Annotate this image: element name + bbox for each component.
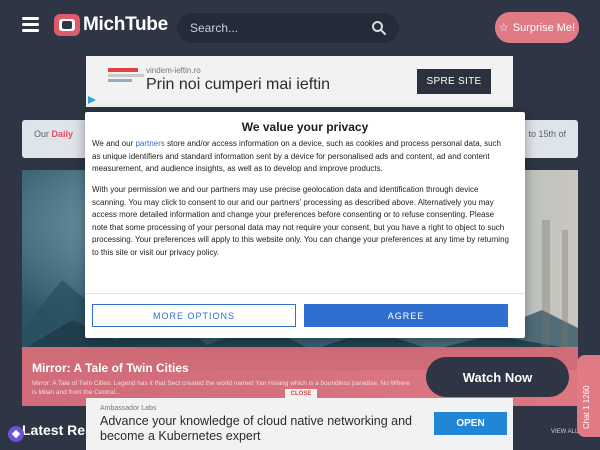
chat-side-tab[interactable]: Chat 1 1260 <box>577 355 600 437</box>
info-highlight[interactable]: Daily <box>52 129 74 139</box>
hero-title[interactable]: Mirror: A Tale of Twin Cities <box>32 361 189 375</box>
consent-title: We value your privacy <box>241 120 369 134</box>
search-icon[interactable] <box>371 20 387 36</box>
surprise-me-button[interactable]: ☆ Surprise Me! <box>495 12 579 43</box>
site-logo[interactable]: MichTube <box>54 14 168 36</box>
partners-link[interactable]: partners <box>135 139 164 148</box>
close-label: CLOSE <box>290 390 312 397</box>
consent-p1-before: We and our <box>92 139 136 148</box>
ad-logo <box>108 68 144 84</box>
consent-divider <box>85 293 525 294</box>
agree-button[interactable]: AGREE <box>304 304 508 327</box>
privacy-consent-dialog: We value your privacy We and our partner… <box>85 112 525 338</box>
ad-domain: vindem-ieftin.ro <box>146 66 201 75</box>
search-input[interactable] <box>190 19 360 37</box>
surprise-me-label: Surprise Me! <box>512 21 576 34</box>
ad-close-button[interactable]: CLOSE <box>285 389 317 398</box>
top-navbar: MichTube ☆ Surprise Me! <box>0 0 600 54</box>
ad-open-button[interactable]: OPEN <box>434 412 507 435</box>
adchoices-icon[interactable] <box>88 96 96 104</box>
logo-text: MichTube <box>83 14 168 35</box>
ad-title: Prin noi cumperi mai ieftin <box>146 76 331 93</box>
hero-description: Mirror: A Tale of Twin Cities: Legend ha… <box>32 380 410 396</box>
ad-title: Advance your knowledge of cloud native n… <box>100 414 413 443</box>
search-bar <box>177 13 399 43</box>
chat-tab-label: Chat 1 1260 <box>582 385 591 429</box>
info-left-text: Our Daily <box>34 129 73 139</box>
info-right-text: to 15th of <box>528 129 566 139</box>
ad-domain: Ambassador Labs <box>100 405 157 412</box>
menu-icon[interactable] <box>22 17 39 32</box>
bottom-ad-banner[interactable]: Ambassador Labs Advance your knowledge o… <box>86 398 513 450</box>
top-ad-banner[interactable]: vindem-ieftin.ro Prin noi cumperi mai ie… <box>86 56 513 107</box>
info-prefix: Our <box>34 129 50 139</box>
consent-paragraph-1: We and our partners store and/or access … <box>92 138 502 176</box>
view-all-link[interactable]: VIEW ALL <box>551 429 578 435</box>
consent-paragraph-2: With your permission we and our partners… <box>92 185 509 257</box>
star-icon: ☆ <box>498 22 509 34</box>
ad-cta-button[interactable]: SPRE SITE <box>417 69 491 94</box>
logo-icon <box>54 14 80 36</box>
more-options-button[interactable]: MORE OPTIONS <box>92 304 296 327</box>
watch-now-button[interactable]: Watch Now <box>426 357 569 397</box>
floating-widget-icon[interactable] <box>8 426 24 442</box>
